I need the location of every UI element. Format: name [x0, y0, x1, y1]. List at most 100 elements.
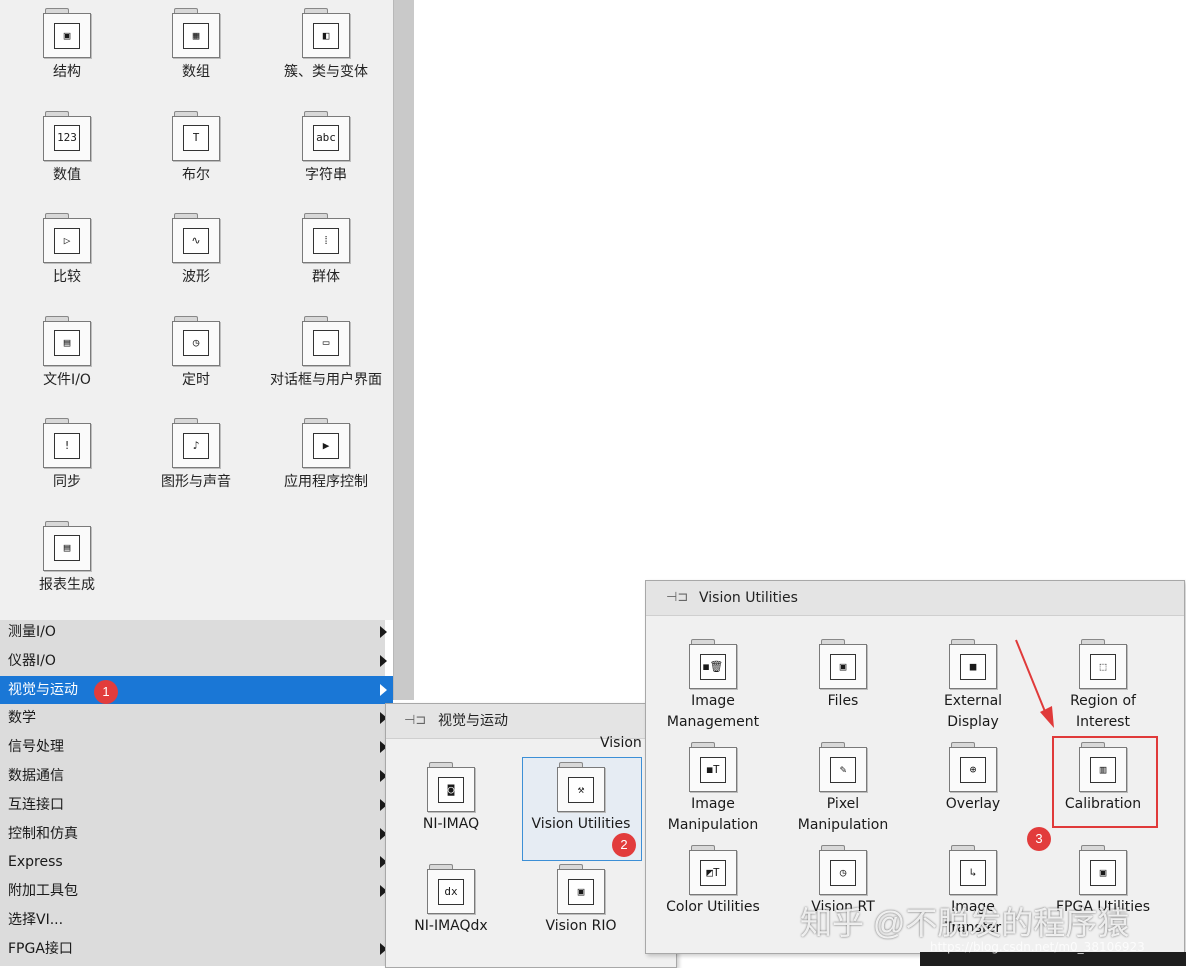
palette-item-label: 同步 — [53, 474, 81, 490]
vision-utilities-item[interactable]: ◼T Image Manipulation — [648, 742, 778, 836]
vision-utilities-item[interactable]: ✎ Pixel Manipulation — [778, 742, 908, 836]
vision-utilities-item[interactable]: ▣ Files — [778, 639, 908, 712]
pin-icon[interactable]: ⊣⊐ — [666, 591, 688, 605]
palette-item[interactable]: ◧ 簇、类与变体 — [261, 8, 391, 82]
timing-watch-icon: ◷ — [172, 315, 220, 366]
menu-item[interactable]: 附加工具包 — [0, 877, 393, 905]
submenu-arrow-icon — [380, 683, 387, 696]
menu-item[interactable]: 互连接口 — [0, 791, 393, 819]
palette-item[interactable]: 123 数值 — [2, 110, 132, 185]
menu-item[interactable]: 测量I/O — [0, 618, 393, 646]
vision-rio-icon: ▣ — [557, 864, 605, 914]
palette-item-label: 群体 — [312, 269, 340, 285]
palette-item[interactable]: ▶ 应用程序控制 — [261, 418, 391, 492]
color-utilities-icon: ◩T — [689, 845, 737, 895]
waveform-icon: ∿ — [172, 213, 220, 263]
subpalette-item[interactable]: dx NI-IMAQdx — [386, 864, 516, 937]
palette-item[interactable]: ⁞ 群体 — [261, 213, 391, 287]
array-icon: ▦ — [172, 8, 220, 58]
ni-imaqdx-camera-icon: dx — [427, 864, 475, 914]
vision-utilities-item-label: Pixel Manipulation — [797, 796, 889, 833]
file-io-icon: ▤ — [43, 315, 91, 366]
vision-utilities-item[interactable]: ◼🗑 Image Management — [648, 639, 778, 733]
boolean-icon: T — [172, 110, 220, 161]
pin-icon[interactable]: ⊣⊐ — [404, 714, 426, 728]
palette-item-label: 波形 — [182, 269, 210, 285]
palette-item-label: 数值 — [53, 166, 81, 183]
vision-utilities-item[interactable]: ⊕ Overlay — [908, 742, 1038, 815]
subpalette-item-label: NI-IMAQdx — [414, 918, 488, 934]
cluster-class-variant-icon: ◧ — [302, 8, 350, 58]
vision-rt-icon: ◷ — [819, 845, 867, 895]
palette-item[interactable]: ▭ 对话框与用户界面 — [261, 315, 391, 390]
vision-utilities-item[interactable]: ◩T Color Utilities — [648, 845, 778, 918]
subpalette-item-label: NI-IMAQ — [422, 816, 480, 832]
palette-scrollbar[interactable] — [393, 0, 414, 700]
vision-utilities-header: ⊣⊐ Vision Utilities — [646, 581, 1184, 616]
comparison-icon: ▷ — [43, 213, 91, 263]
palette-item-label: 对话框与用户界面 — [270, 371, 382, 388]
vision-utilities-item-label: Overlay — [945, 796, 1001, 812]
palette-item[interactable]: abc 字符串 — [261, 110, 391, 185]
menu-item-label: 视觉与运动 — [8, 681, 78, 698]
palette-item[interactable]: ▦ 数组 — [131, 8, 261, 82]
menu-item-label: 控制和仿真 — [8, 825, 78, 842]
menu-item[interactable]: 仪器I/O — [0, 647, 393, 675]
vision-partial-label: Vision — [600, 735, 642, 751]
palette-item-label: 簇、类与变体 — [284, 64, 368, 80]
fpga-utilities-icon: ▣ — [1079, 845, 1127, 895]
vision-utilities-item-label: Image Manipulation — [667, 796, 759, 833]
pixel-manipulation-icon: ✎ — [819, 742, 867, 792]
subpalette-item[interactable]: ▣ Vision RIO — [516, 864, 646, 937]
menu-item[interactable]: FPGA接口 — [0, 935, 393, 963]
report-generation-icon: ▤ — [43, 520, 91, 571]
menu-item[interactable]: Express — [0, 848, 393, 876]
subpalette-title: 视觉与运动 — [438, 713, 508, 729]
menu-item[interactable]: 控制和仿真 — [0, 820, 393, 848]
calibration-highlight-box — [1052, 736, 1158, 828]
vision-utilities-item-label: Files — [827, 693, 859, 709]
graphics-sound-icon: ♪ — [172, 418, 220, 468]
menu-item[interactable]: 数据通信 — [0, 762, 393, 790]
menu-item[interactable]: 选择VI... — [0, 906, 393, 934]
external-display-icon: ■ — [949, 639, 997, 689]
palette-item[interactable]: ▤ 文件I/O — [2, 315, 132, 390]
submenu-arrow-icon — [380, 626, 387, 638]
menu-item[interactable]: 信号处理 — [0, 733, 393, 761]
vision-utilities-icon: ⚒ — [557, 762, 605, 812]
submenu-arrow-icon — [380, 654, 387, 667]
subpalette-item[interactable]: ◙ NI-IMAQ — [386, 762, 516, 835]
watermark-text: 知乎 @不脱发的程序猿 — [800, 905, 1130, 941]
palette-item-label: 文件I/O — [43, 371, 91, 388]
palette-item[interactable]: ◷ 定时 — [131, 315, 261, 390]
palette-item-label: 图形与声音 — [161, 474, 231, 490]
vision-utilities-item-label: Image Management — [666, 693, 760, 730]
palette-item[interactable]: ▷ 比较 — [2, 213, 132, 287]
palette-item[interactable]: T 布尔 — [131, 110, 261, 185]
vision-motion-subpalette: ⊣⊐ 视觉与运动 Vision ◙ NI-IMAQ ⚒ Vision Utilitie… — [385, 703, 677, 968]
string-icon: abc — [302, 110, 350, 161]
palette-item-label: 结构 — [53, 64, 81, 80]
files-icon: ▣ — [819, 639, 867, 689]
menu-item[interactable]: 数学 — [0, 704, 393, 732]
palette-item-label: 应用程序控制 — [284, 474, 368, 490]
subpalette-item-label: Vision Utilities — [531, 816, 631, 832]
menu-item[interactable]: 视觉与运动 — [0, 675, 393, 704]
structure-icon: ▣ — [43, 8, 91, 58]
menu-item-label: 信号处理 — [8, 739, 64, 756]
palette-item[interactable]: ♪ 图形与声音 — [131, 418, 261, 492]
subpalette-item[interactable]: ⚒ Vision Utilities — [516, 762, 646, 835]
dialog-ui-icon: ▭ — [302, 315, 350, 366]
menu-item-label: FPGA接口 — [8, 940, 73, 957]
palette-item[interactable]: ▣ 结构 — [2, 8, 132, 82]
image-transfer-icon: ↳ — [949, 845, 997, 895]
palette-item[interactable]: ▤ 报表生成 — [2, 520, 132, 595]
palette-item[interactable]: ∿ 波形 — [131, 213, 261, 287]
synchronization-icon: ! — [43, 418, 91, 468]
step-badge-2: 2 — [612, 833, 636, 857]
subpalette-header: ⊣⊐ 视觉与运动 — [386, 704, 676, 739]
menu-item-label: 仪器I/O — [8, 652, 56, 669]
palette-item[interactable]: ! 同步 — [2, 418, 132, 492]
menu-item-label: Express — [8, 854, 63, 871]
image-management-icon: ◼🗑 — [689, 639, 737, 689]
